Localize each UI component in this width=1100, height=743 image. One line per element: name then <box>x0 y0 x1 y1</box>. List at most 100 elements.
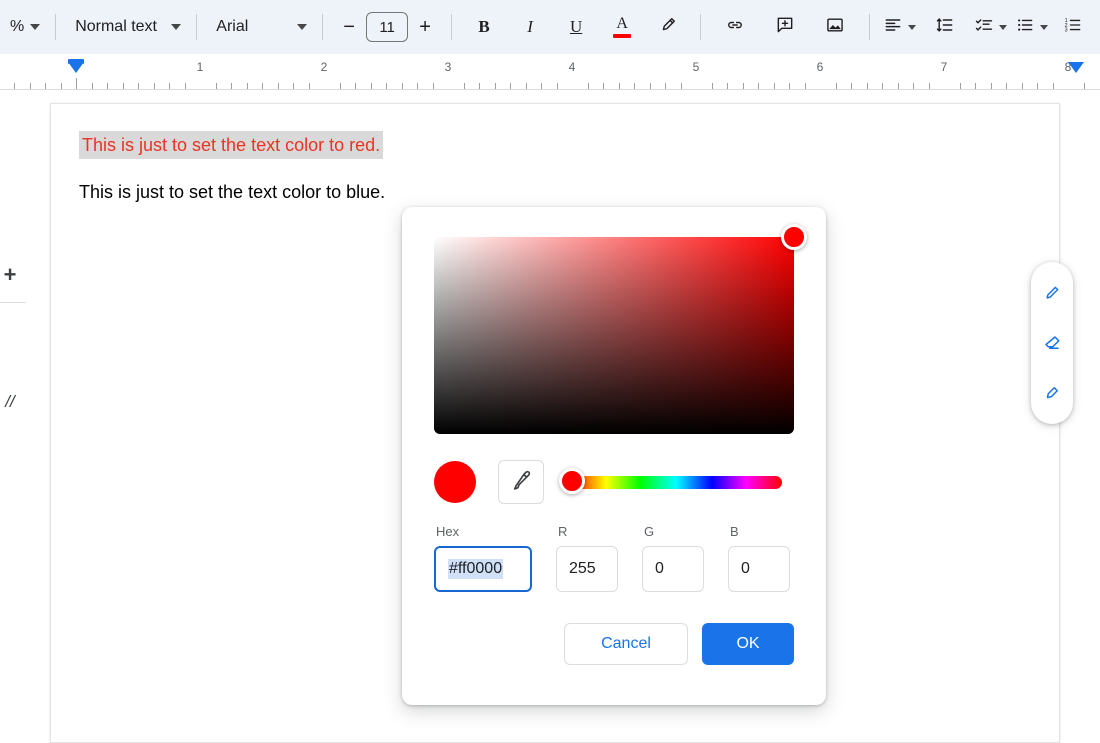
bold-button[interactable]: B <box>467 10 501 44</box>
green-input[interactable]: 0 <box>642 546 704 592</box>
chevron-down-icon <box>1040 24 1048 30</box>
hue-slider[interactable] <box>559 460 782 504</box>
rail-divider <box>0 302 26 303</box>
ruler-tick <box>665 83 666 89</box>
eraser-icon[interactable] <box>1040 331 1064 355</box>
ruler-tick <box>246 83 248 89</box>
checklist-selector[interactable] <box>974 15 1007 40</box>
zoom-level-selector[interactable]: % <box>0 18 46 36</box>
ruler-tick <box>184 83 186 89</box>
ruler-tick <box>14 83 15 89</box>
floating-pen-toolbar[interactable] <box>1031 262 1073 424</box>
ruler-tick <box>432 83 434 89</box>
add-section-button[interactable]: + <box>0 262 20 288</box>
decrease-font-size-button[interactable]: − <box>332 10 366 44</box>
ruler-tick <box>758 83 759 89</box>
highlight-pen-icon <box>658 15 678 40</box>
ruler-tick <box>928 83 930 89</box>
ruler-tick <box>556 83 558 89</box>
red-label: R <box>558 524 568 539</box>
ruler-number: 4 <box>568 60 576 74</box>
color-value-fields: Hex #ff0000 R 255 G 0 B 0 <box>434 524 794 592</box>
link-icon <box>725 15 745 40</box>
saturation-value-picker[interactable] <box>434 224 807 434</box>
insert-image-button[interactable] <box>818 10 852 44</box>
font-family-selector[interactable]: Arial <box>206 18 313 36</box>
document-line-red[interactable]: This is just to set the text color to re… <box>79 131 384 159</box>
ruler-tick <box>789 83 790 89</box>
eyedropper-button[interactable] <box>498 460 544 504</box>
red-field-group: R 255 <box>556 524 618 592</box>
font-size-input[interactable]: 11 <box>366 12 409 42</box>
ruler-tick <box>882 83 883 89</box>
svg-text:3: 3 <box>1065 27 1068 33</box>
saturation-value-gradient[interactable] <box>434 237 794 434</box>
ruler-tick <box>494 83 496 89</box>
numbered-list-icon: 1 2 3 <box>1063 15 1083 40</box>
ruler-tick <box>401 83 403 89</box>
green-label: G <box>644 524 655 539</box>
right-indent-marker[interactable] <box>1068 62 1084 73</box>
ruler-tick <box>680 83 682 89</box>
ruler-tick <box>913 83 914 89</box>
ruler-tick <box>634 83 635 89</box>
ruler-tick <box>355 83 356 89</box>
ruler-tick <box>45 83 46 89</box>
bulleted-list-selector[interactable] <box>1015 15 1048 40</box>
ruler-tick <box>1052 83 1054 89</box>
ruler-tick <box>510 83 511 89</box>
selected-color-swatch <box>434 461 476 503</box>
highlight-color-button[interactable] <box>651 10 685 44</box>
cancel-button[interactable]: Cancel <box>564 623 688 665</box>
left-indent-marker[interactable] <box>68 62 84 73</box>
ruler-tick <box>463 83 465 89</box>
toolbar-divider <box>322 14 324 40</box>
numbered-list-button[interactable]: 1 2 3 <box>1056 10 1090 44</box>
ruler-tick <box>990 83 992 89</box>
ok-button[interactable]: OK <box>702 623 794 665</box>
hue-handle[interactable] <box>559 468 585 494</box>
add-comment-button[interactable] <box>768 10 802 44</box>
toolbar-divider <box>55 14 57 40</box>
increase-font-size-button[interactable]: + <box>408 10 442 44</box>
document-ruler[interactable]: 12345678 <box>0 54 1100 92</box>
bold-label: B <box>478 17 490 36</box>
blue-input[interactable]: 0 <box>728 546 790 592</box>
line-spacing-icon <box>935 15 955 40</box>
ruler-tick <box>835 83 837 89</box>
chevron-down-icon <box>999 24 1007 30</box>
hex-input[interactable]: #ff0000 <box>434 546 532 592</box>
hex-label: Hex <box>436 524 460 539</box>
ruler-number: 3 <box>444 60 452 74</box>
ruler-tick <box>603 83 604 89</box>
ruler-tick <box>525 83 527 89</box>
pen-icon[interactable] <box>1040 281 1064 305</box>
paragraph-style-selector[interactable]: Normal text <box>65 18 187 36</box>
add-comment-icon <box>775 15 795 40</box>
ruler-tick <box>1037 83 1038 89</box>
hue-track[interactable] <box>570 475 782 489</box>
chevron-down-icon <box>908 24 916 30</box>
saturation-value-handle[interactable] <box>781 224 807 250</box>
align-selector[interactable] <box>883 15 916 40</box>
ruler-tick <box>773 83 775 89</box>
red-input[interactable]: 255 <box>556 546 618 592</box>
marker-icon[interactable] <box>1040 381 1064 405</box>
document-line-blue[interactable]: This is just to set the text color to bl… <box>79 180 385 204</box>
italic-button[interactable]: I <box>513 10 547 44</box>
ruler-number: 5 <box>692 60 700 74</box>
ruler-tick <box>1021 83 1023 89</box>
ruler-number: 2 <box>320 60 328 74</box>
text-color-button[interactable]: A <box>605 10 639 44</box>
ruler-tick <box>959 83 961 89</box>
paragraph-style-value: Normal text <box>75 18 157 35</box>
underline-button[interactable]: U <box>559 10 593 44</box>
ruler-tick <box>649 83 651 89</box>
ruler-tick <box>866 83 868 89</box>
ruler-tick <box>1006 83 1007 89</box>
italic-label: I <box>527 17 533 36</box>
ruler-tick <box>215 83 217 89</box>
insert-link-button[interactable] <box>718 10 752 44</box>
ruler-tick <box>975 83 976 89</box>
line-spacing-button[interactable] <box>928 10 962 44</box>
